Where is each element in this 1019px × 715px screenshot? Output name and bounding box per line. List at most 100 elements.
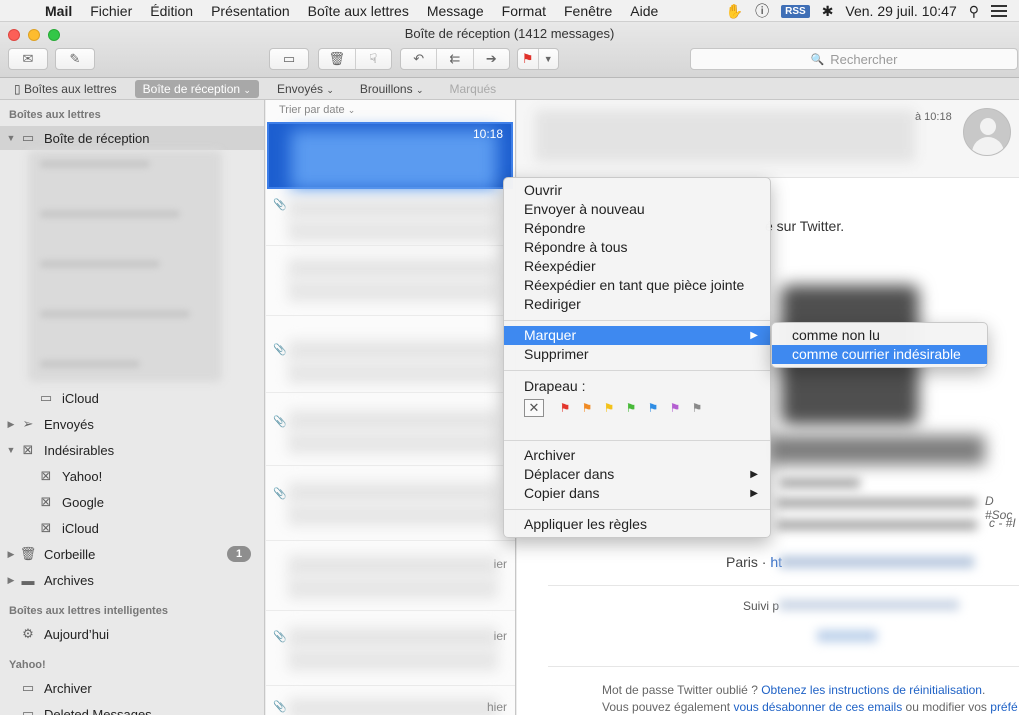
sidebar-item-sent[interactable]: ▶ ➢ Envoyés [0,412,264,436]
fav-mailboxes[interactable]: ▯ Boîtes aux lettres [6,80,125,98]
bluetooth-icon[interactable]: ✱ [822,3,834,20]
menu-app-mail[interactable]: Mail [36,3,81,19]
footer-text: ou modifier vos [902,700,991,714]
sidebar-item-junk-icloud[interactable]: ⊠ iCloud [0,516,264,540]
ctx-resend[interactable]: Envoyer à nouveau [504,200,770,219]
notification-center-icon[interactable] [991,5,1007,17]
blurred-message-row[interactable] [288,432,498,454]
junk-thumb-down-icon[interactable]: ☟ [356,49,392,69]
hand-icon[interactable]: ✋ [726,3,743,20]
ctx-redirect[interactable]: Rediriger [504,295,770,314]
flag-red-icon[interactable]: ⚑ [554,401,576,415]
compose-button[interactable]: ✎ [55,48,95,70]
sidebar-item-junk[interactable]: ▼ ⊠ Indésirables [0,438,264,462]
clock[interactable]: Ven. 29 juil. 10:47 [845,3,956,19]
ctx-forward[interactable]: Réexpédier [504,257,770,276]
blurred-message-row[interactable] [288,555,498,577]
blurred-message-row[interactable] [288,198,498,220]
disclosure-open-icon[interactable]: ▼ [4,133,18,143]
sidebar-item-junk-yahoo[interactable]: ⊠ Yahoo! [0,464,264,488]
spotlight-search-icon[interactable]: ⚲ [969,3,979,20]
message-time: 10:18 [472,127,503,141]
menu-presentation[interactable]: Présentation [202,3,299,19]
chevron-down-icon[interactable]: ▼ [539,49,559,69]
selected-message-row[interactable]: 10:18 [267,122,513,190]
blurred-message-row[interactable] [288,258,498,280]
ctx-copy-to[interactable]: Copier dans ▶ [504,484,770,503]
fav-drafts[interactable]: Brouillons ⌄ [352,80,432,98]
flag-orange-icon[interactable]: ⚑ [576,401,598,415]
reply-all-icon[interactable]: ⇇ [437,49,474,69]
blurred-message-row[interactable] [288,280,498,302]
flag-purple-icon[interactable]: ⚑ [664,401,686,415]
ctx-forward-attachment[interactable]: Réexpédier en tant que pièce jointe [504,276,770,295]
sidebar-item-archiver[interactable]: ▭ Archiver [0,676,264,700]
menu-fenetre[interactable]: Fenêtre [555,3,621,19]
exclamation-circle-icon[interactable]: ⓘ [755,1,769,21]
sidebar-item-junk-google[interactable]: ⊠ Google [0,490,264,514]
blurred-message-row[interactable] [288,220,498,242]
sidebar-item-trash[interactable]: ▶ 🗑 Corbeille 1 [0,542,264,566]
divider [266,315,515,316]
blurred-message-row[interactable] [288,649,498,671]
blurred-message-row[interactable] [288,627,498,649]
get-mail-button[interactable]: ✉ [8,48,48,70]
ctx-move-to-label: Déplacer dans [524,466,615,482]
ctx-mark[interactable]: Marquer ▶ [504,326,770,345]
forward-icon[interactable]: ➔ [474,49,509,69]
rss-icon[interactable]: RSS [781,4,810,18]
blurred-message-row[interactable] [288,410,498,432]
ctx-open[interactable]: Ouvrir [504,181,770,200]
sidebar-item-archives[interactable]: ▶ ▬ Archives [0,568,264,592]
ctx-reply[interactable]: Répondre [504,219,770,238]
ctx-apply-rules[interactable]: Appliquer les règles [504,515,770,534]
disclosure-closed-icon[interactable]: ▶ [4,575,18,586]
sidebar-item-icloud[interactable]: ▭ iCloud [0,386,264,410]
blurred-message-row[interactable] [288,504,498,526]
menu-format[interactable]: Format [493,3,555,19]
disclosure-closed-icon[interactable]: ▶ [4,549,18,560]
sidebar-item-deleted[interactable]: ▭ Deleted Messages [0,702,264,715]
ctx-reply-all[interactable]: Répondre à tous [504,238,770,257]
disclosure-open-icon[interactable]: ▼ [4,445,18,455]
red-flag-icon[interactable]: ⚑ [518,49,539,69]
reply-icon[interactable]: ↶ [401,49,438,69]
fav-flagged[interactable]: Marqués [441,80,504,98]
clear-flag-button[interactable]: ✕ [524,399,544,417]
paperclip-icon: 📎 [273,199,287,211]
ctx-delete[interactable]: Supprimer [504,345,770,364]
submenu-mark-unread[interactable]: comme non lu [772,326,987,345]
reset-instructions-link[interactable]: Obtenez les instructions de réinitialisa… [761,683,982,697]
menu-edition[interactable]: Édition [141,3,202,19]
submenu-mark-junk[interactable]: comme courrier indésirable [772,345,987,364]
disclosure-closed-icon[interactable]: ▶ [4,419,18,430]
archive-button[interactable]: ▭ [269,48,309,70]
blurred-message-row[interactable] [288,362,498,384]
sidebar-item-inbox[interactable]: ▼ ▭ Boîte de réception [0,126,264,150]
fav-sent[interactable]: Envoyés ⌄ [269,80,342,98]
trash-icon[interactable]: 🗑 [319,49,356,69]
menu-aide[interactable]: Aide [621,3,667,19]
avatar-head [980,118,996,135]
flag-green-icon[interactable]: ⚑ [620,401,642,415]
fav-inbox[interactable]: Boîte de réception ⌄ [134,79,259,98]
blurred-message-row[interactable] [288,340,498,362]
blurred-line [40,210,180,218]
preferences-link[interactable]: préfé [990,700,1017,714]
unsubscribe-link[interactable]: vous désabonner de ces emails [733,700,902,714]
sidebar-item-today[interactable]: ⚙ Aujourd’hui [0,622,264,646]
location-line: Paris · ht [726,554,782,570]
blurred-message-row[interactable] [288,577,498,599]
ctx-archive[interactable]: Archiver [504,446,770,465]
menu-fichier[interactable]: Fichier [81,3,141,19]
menu-message[interactable]: Message [418,3,493,19]
flag-blue-icon[interactable]: ⚑ [642,401,664,415]
blurred-message-row[interactable] [288,482,498,504]
flag-yellow-icon[interactable]: ⚑ [598,401,620,415]
search-field[interactable]: 🔍 Rechercher [690,48,1018,70]
flag-gray-icon[interactable]: ⚑ [686,401,708,415]
menu-boite-aux-lettres[interactable]: Boîte aux lettres [299,3,418,19]
blurred-message-row[interactable] [288,698,498,715]
ctx-move-to[interactable]: Déplacer dans ▶ [504,465,770,484]
sort-menu[interactable]: Trier par date ⌄ [279,104,355,116]
